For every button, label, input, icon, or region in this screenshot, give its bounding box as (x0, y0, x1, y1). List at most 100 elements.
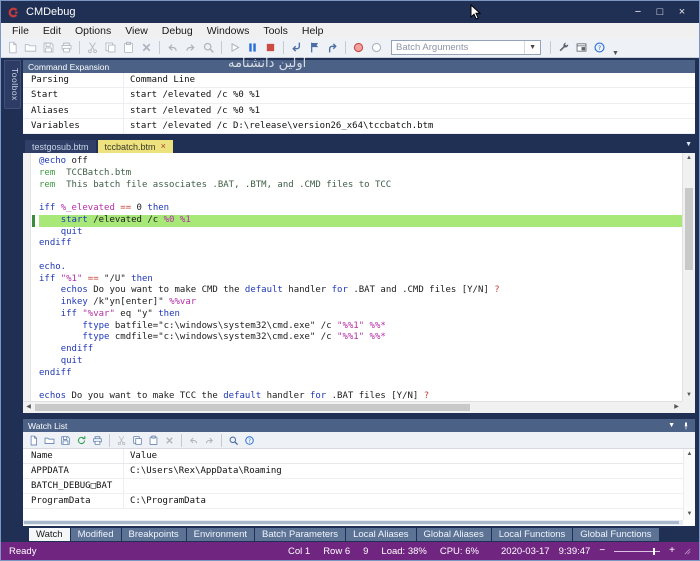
watch-undo-icon[interactable] (186, 433, 201, 448)
code-line[interactable] (39, 250, 682, 262)
undo-icon[interactable] (164, 39, 181, 56)
scroll-left-icon[interactable]: ◀ (23, 402, 34, 413)
watch-tab-global-aliases[interactable]: Global Aliases (416, 527, 491, 541)
menu-help[interactable]: Help (295, 25, 331, 37)
minimize-icon[interactable]: − (627, 2, 649, 22)
paste-icon[interactable] (120, 39, 137, 56)
command-expansion-row[interactable]: Aliases start /elevated /c %0 %1 (23, 103, 695, 119)
copy-icon[interactable] (102, 39, 119, 56)
code-line[interactable]: iff %_elevated == 0 then (39, 203, 682, 215)
code-line[interactable]: rem TCCBatch.btm (39, 168, 682, 180)
stop-icon[interactable] (262, 39, 279, 56)
scroll-down-icon[interactable]: ▼ (684, 509, 695, 520)
code-line[interactable] (39, 379, 682, 391)
step-into-icon[interactable] (288, 39, 305, 56)
scrollbar-thumb[interactable] (35, 404, 470, 411)
zoom-in-icon[interactable]: + (669, 546, 675, 556)
zoom-slider[interactable] (614, 547, 661, 555)
code-line[interactable]: quit (39, 356, 682, 368)
watch-row[interactable]: ProgramData C:\ProgramData (23, 494, 683, 509)
scroll-up-icon[interactable]: ▲ (684, 449, 695, 460)
menu-file[interactable]: File (5, 25, 36, 37)
code-line[interactable]: @echo off (39, 156, 682, 168)
watch-tab-local-aliases[interactable]: Local Aliases (346, 527, 416, 541)
window-options-icon[interactable] (573, 39, 590, 56)
pause-icon[interactable] (244, 39, 261, 56)
code-line[interactable]: iff "%var" eq "y" then (39, 309, 682, 321)
combo-dropdown-icon[interactable]: ▼ (524, 41, 540, 54)
watch-tab-modified[interactable]: Modified (70, 527, 121, 541)
code-line[interactable]: endiff (39, 238, 682, 250)
column-header-name[interactable]: Name (23, 449, 123, 463)
code-line[interactable]: iff "%1" == "/U" then (39, 274, 682, 286)
panel-menu-dropdown-icon[interactable]: ▼ (668, 422, 675, 429)
command-expansion-row[interactable]: Variables start /elevated /c D:\release\v… (23, 118, 695, 134)
editor-vertical-scrollbar[interactable]: ▲ ▼ (682, 153, 695, 401)
redo-icon[interactable] (182, 39, 199, 56)
menu-options[interactable]: Options (68, 25, 118, 37)
watch-copy-icon[interactable] (130, 433, 145, 448)
watch-save-icon[interactable] (58, 433, 73, 448)
menu-debug[interactable]: Debug (155, 25, 200, 37)
code-line[interactable] (39, 191, 682, 203)
menu-edit[interactable]: Edit (36, 25, 68, 37)
delete-icon[interactable] (138, 39, 155, 56)
code-line[interactable]: ftype batfile="c:\windows\system32\cmd.e… (39, 321, 682, 333)
help-icon[interactable]: ? (591, 39, 608, 56)
editor-margin[interactable] (23, 153, 31, 401)
cut-icon[interactable] (84, 39, 101, 56)
command-expansion-row[interactable]: Start start /elevated /c %0 %1 (23, 88, 695, 104)
step-over-icon[interactable] (306, 39, 323, 56)
toolbox-tab[interactable]: Toolbox (4, 60, 21, 109)
code-line[interactable]: echo. (39, 262, 682, 274)
tab-list-dropdown-icon[interactable]: ▼ (685, 141, 692, 148)
tab-close-icon[interactable]: × (161, 142, 166, 151)
scroll-right-icon[interactable]: ▶ (671, 402, 682, 413)
watch-tab-breakpoints[interactable]: Breakpoints (121, 527, 186, 541)
open-file-icon[interactable] (22, 39, 39, 56)
watch-paste-icon[interactable] (146, 433, 161, 448)
code-line[interactable]: ftype cmdfile="c:\windows\system32\cmd.e… (39, 332, 682, 344)
toolbar-overflow-icon[interactable]: ▼ (609, 50, 622, 57)
find-icon[interactable] (200, 39, 217, 56)
options-wrench-icon[interactable] (555, 39, 572, 56)
watch-horizontal-scrollbar[interactable] (23, 520, 683, 525)
batch-arguments-combo[interactable]: Batch Arguments ▼ (391, 40, 541, 55)
watch-refresh-icon[interactable] (74, 433, 89, 448)
watch-row[interactable]: APPDATA C:\Users\Rex\AppData\Roaming (23, 464, 683, 479)
editor-tab-tccbatch.btm[interactable]: tccbatch.btm × (97, 140, 173, 153)
scrollbar-thumb[interactable] (685, 187, 693, 270)
zoom-slider-thumb[interactable] (653, 547, 656, 555)
scroll-up-icon[interactable]: ▲ (683, 153, 695, 164)
code-line[interactable]: endiff (39, 368, 682, 380)
editor-tab-testgosub.btm[interactable]: testgosub.btm (25, 140, 96, 153)
save-icon[interactable] (40, 39, 57, 56)
step-out-icon[interactable] (324, 39, 341, 56)
watch-delete-icon[interactable] (162, 433, 177, 448)
code-line[interactable]: echos Do you want to make CMD the defaul… (39, 285, 682, 297)
code-line[interactable]: quit (39, 227, 682, 239)
watch-vertical-scrollbar[interactable]: ▲ ▼ (683, 449, 695, 520)
scroll-down-icon[interactable]: ▼ (683, 390, 695, 401)
code-line[interactable]: rem This batch file associates .BAT, .BT… (39, 180, 682, 192)
code-editor[interactable]: @echo off rem TCCBatch.btm rem This batch … (23, 153, 695, 413)
watch-help-icon[interactable]: ? (242, 433, 257, 448)
watch-tab-local-functions[interactable]: Local Functions (491, 527, 573, 541)
breakpoint-on-icon[interactable] (350, 39, 367, 56)
watch-print-icon[interactable] (90, 433, 105, 448)
editor-horizontal-scrollbar[interactable]: ◀ ▶ (23, 401, 682, 413)
pin-icon[interactable] (682, 422, 690, 430)
run-icon[interactable] (226, 39, 243, 56)
code-line[interactable]: endiff (39, 344, 682, 356)
breakpoint-off-icon[interactable] (368, 39, 385, 56)
menu-view[interactable]: View (118, 25, 155, 37)
watch-tab-batch-parameters[interactable]: Batch Parameters (255, 527, 346, 541)
close-icon[interactable]: × (671, 2, 693, 22)
column-header-value[interactable]: Value (123, 449, 683, 463)
watch-cut-icon[interactable] (114, 433, 129, 448)
command-expansion-row[interactable]: Parsing Command Line (23, 73, 695, 89)
zoom-out-icon[interactable]: − (599, 546, 605, 556)
menu-windows[interactable]: Windows (200, 25, 257, 37)
menu-tools[interactable]: Tools (256, 25, 295, 37)
code-line[interactable]: echos Do you want to make TCC the defaul… (39, 391, 682, 401)
